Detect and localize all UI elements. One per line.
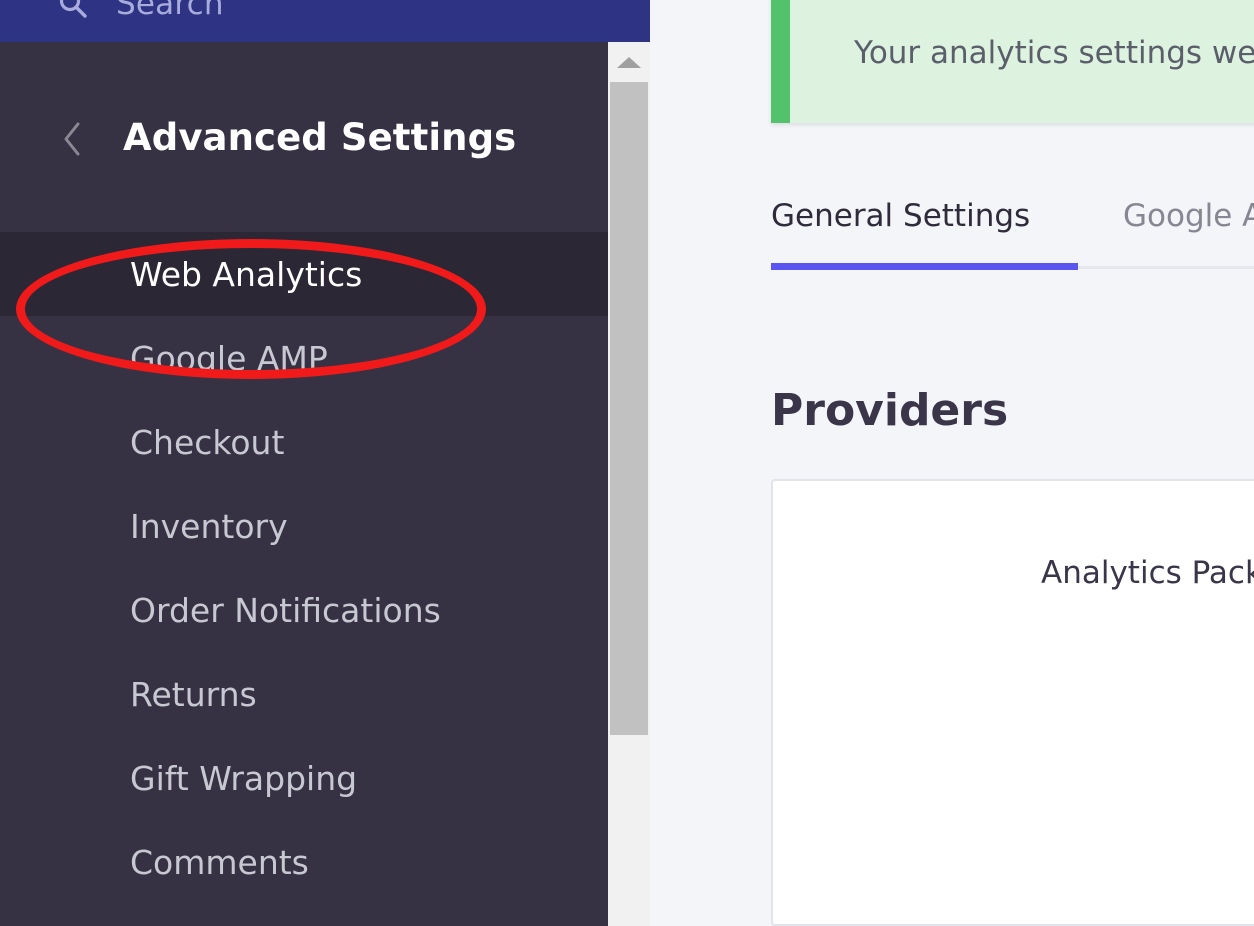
sidebar-item-google-amp[interactable]: Google AMP xyxy=(0,316,608,400)
search-icon xyxy=(58,0,88,19)
tab-label: Google A xyxy=(1123,198,1254,234)
sidebar-item-gift-wrapping[interactable]: Gift Wrapping xyxy=(0,736,608,820)
sidebar-header: Advanced Settings xyxy=(0,42,608,232)
sidebar-item-label: Comments xyxy=(130,846,309,879)
sidebar-item-web-analytics[interactable]: Web Analytics xyxy=(0,232,608,316)
success-toast: Your analytics settings were xyxy=(771,0,1254,123)
chevron-left-icon[interactable] xyxy=(60,119,86,159)
sidebar-item-label: Checkout xyxy=(130,426,284,459)
sidebar-item-label: Order Notifications xyxy=(130,594,441,627)
sidebar-item-label: Google AMP xyxy=(130,342,328,375)
sidebar: Advanced Settings Web Analytics Google A… xyxy=(0,42,608,926)
analytics-package-label: Analytics Pack xyxy=(1041,555,1254,591)
sidebar-item-comments[interactable]: Comments xyxy=(0,820,608,904)
sidebar-item-checkout[interactable]: Checkout xyxy=(0,400,608,484)
sidebar-item-returns[interactable]: Returns xyxy=(0,652,608,736)
sidebar-nav-list: Web Analytics Google AMP Checkout Invent… xyxy=(0,232,608,904)
main-content: Your analytics settings were General Set… xyxy=(650,0,1254,926)
settings-tabs: General Settings Google A xyxy=(771,190,1254,270)
section-title-providers: Providers xyxy=(771,385,1008,436)
top-search-bar[interactable]: Search xyxy=(0,0,650,42)
sidebar-item-label: Returns xyxy=(130,678,257,711)
tab-label: General Settings xyxy=(771,198,1030,234)
page-title: Advanced Settings xyxy=(123,116,516,159)
sidebar-item-inventory[interactable]: Inventory xyxy=(0,484,608,568)
sidebar-item-label: Web Analytics xyxy=(130,258,362,291)
sidebar-item-label: Inventory xyxy=(130,510,288,543)
sidebar-item-order-notifications[interactable]: Order Notifications xyxy=(0,568,608,652)
sidebar-item-label: Gift Wrapping xyxy=(130,762,357,795)
providers-card: Analytics Pack xyxy=(771,479,1254,926)
search-field[interactable]: Search xyxy=(0,0,650,30)
search-placeholder: Search xyxy=(116,0,224,22)
tab-google-analytics[interactable]: Google A xyxy=(1123,190,1254,270)
triangle-up-icon[interactable] xyxy=(608,42,650,82)
screen-root: Search Advanced Settings Web Analytics G… xyxy=(0,0,1254,926)
active-tab-indicator xyxy=(771,263,1078,270)
scrollbar-thumb[interactable] xyxy=(610,82,648,735)
tab-baseline xyxy=(1078,266,1254,269)
tab-general-settings[interactable]: General Settings xyxy=(771,190,1078,270)
toast-accent-bar xyxy=(771,0,790,123)
sidebar-scrollbar[interactable] xyxy=(608,42,650,926)
toast-message: Your analytics settings were xyxy=(854,35,1254,71)
